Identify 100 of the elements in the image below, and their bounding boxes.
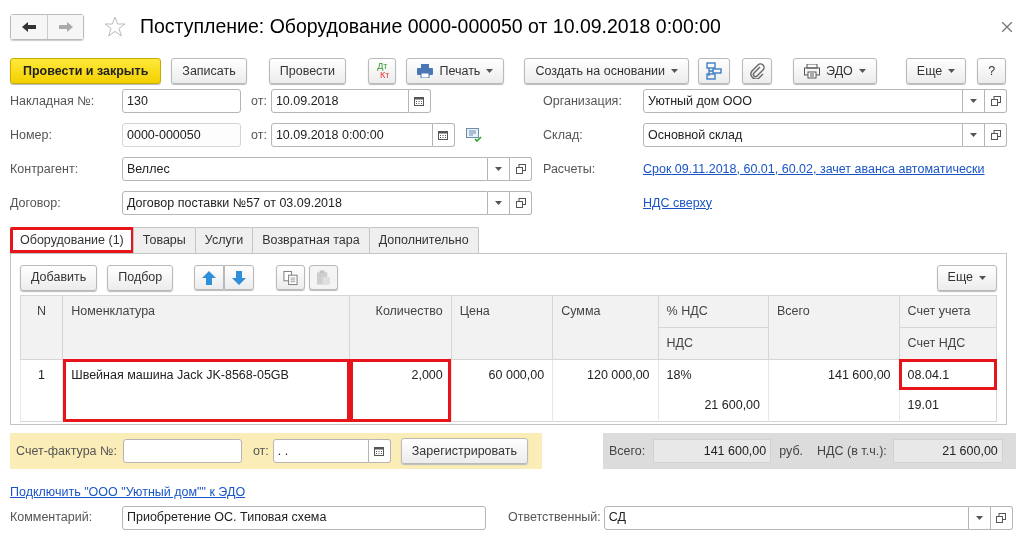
tab[interactable]: Товары: [132, 227, 196, 253]
windows-icon: [990, 130, 1001, 140]
comment-field[interactable]: Приобретение ОС. Типовая схема: [122, 505, 486, 530]
select-field[interactable]: Уютный дом ООО: [643, 89, 963, 113]
post-and-close-button[interactable]: Провести и закрыть: [10, 58, 162, 84]
table-cell: 19.01: [899, 390, 997, 422]
field-label: Расчеты:: [543, 160, 597, 178]
column-header: Номенклатура: [62, 295, 350, 359]
create-based-on-button[interactable]: Создать на основании: [524, 58, 690, 84]
add-button[interactable]: Добавить: [20, 264, 98, 291]
caret-icon: [970, 133, 977, 137]
total-field: 141 600,00: [653, 439, 772, 463]
arrow-left-icon: [22, 21, 36, 32]
calendar-icon: [374, 446, 385, 456]
arrow-right-icon: [58, 21, 73, 32]
document-check-icon: [465, 128, 482, 142]
windows-icon: [515, 198, 526, 208]
dropdown-button[interactable]: [968, 505, 991, 530]
field-label: Контрагент:: [10, 160, 80, 178]
number-field[interactable]: 0000-000050: [122, 123, 241, 147]
post-button[interactable]: Провести: [268, 58, 347, 84]
column-header: Сумма: [552, 295, 659, 359]
edo-link[interactable]: Подключить "ООО "Уютный дом"" к ЭДО: [10, 485, 246, 499]
paperclip-icon: [749, 63, 766, 79]
printer-icon: [804, 63, 821, 79]
print-button[interactable]: Печать: [406, 58, 505, 84]
register-button[interactable]: Зарегистрировать: [400, 438, 528, 464]
date-field[interactable]: 10.09.2018: [270, 89, 409, 113]
open-button[interactable]: [990, 505, 1013, 530]
dropdown-button[interactable]: [488, 191, 510, 215]
window-title: Поступление: Оборудование 0000-000050 от 10.09.2018 0:00:00: [140, 13, 721, 39]
open-button[interactable]: [985, 89, 1007, 113]
paperclip-button[interactable]: [742, 58, 773, 84]
dropdown-button[interactable]: [963, 123, 985, 147]
copy-button[interactable]: [276, 265, 306, 290]
tab[interactable]: Услуги: [194, 227, 254, 253]
field-label: Комментарий:: [10, 509, 94, 527]
calendar-button[interactable]: [408, 89, 431, 113]
column-header: Всего: [768, 295, 900, 359]
open-button[interactable]: [510, 157, 532, 181]
link[interactable]: НДС сверху: [643, 193, 712, 213]
edo-button[interactable]: ЭДО: [793, 58, 877, 84]
arrow-down-icon: [232, 270, 247, 285]
number-field[interactable]: 130: [122, 89, 241, 113]
arrow-up-icon: [202, 270, 217, 285]
date-field[interactable]: . .: [272, 439, 369, 463]
tab[interactable]: Оборудование (1): [10, 227, 134, 253]
caret-icon: [948, 69, 956, 73]
calendar-button[interactable]: [368, 439, 391, 463]
responsible-field[interactable]: СД: [603, 505, 969, 530]
column-header: Счет учета: [899, 295, 997, 328]
field-label: Ответственный:: [508, 509, 601, 527]
field-label: Склад:: [543, 126, 584, 144]
tab[interactable]: Дополнительно: [368, 227, 479, 253]
table-cell: 120 000,00: [552, 359, 659, 422]
pick-button[interactable]: Подбор: [107, 264, 174, 291]
column-header: НДС: [658, 327, 769, 359]
favorite-star-icon[interactable]: [104, 15, 126, 38]
printer-icon: [417, 64, 434, 78]
caret-icon: [979, 275, 986, 280]
open-button[interactable]: [985, 123, 1007, 147]
windows-icon: [515, 164, 526, 174]
table-cell: 60 000,00: [451, 359, 553, 422]
table-cell: 2,000: [349, 359, 452, 422]
windows-icon: [990, 96, 1001, 106]
table-cell: Швейная машина Jack JK-8568-05GB: [62, 359, 350, 422]
debit-credit-button[interactable]: Дт Кт: [368, 58, 397, 84]
close-icon: [1002, 22, 1012, 33]
link[interactable]: Срок 09.11.2018, 60.01, 60.02, зачет аванса автоматически: [643, 159, 985, 179]
select-field[interactable]: Основной склад: [643, 123, 963, 147]
caret-icon: [495, 201, 502, 205]
windows-icon: [996, 512, 1007, 523]
hierarchy-icon: [705, 62, 724, 80]
caret-icon: [486, 69, 494, 73]
help-button[interactable]: ?: [977, 58, 1007, 84]
table-cell: 18%: [658, 359, 769, 391]
vat-field: 21 600,00: [892, 439, 1003, 463]
more-button[interactable]: Еще: [936, 264, 997, 291]
hierarchy-button[interactable]: [698, 58, 731, 84]
select-field[interactable]: Договор поставки №57 от 03.09.2018: [122, 191, 488, 215]
open-button[interactable]: [510, 191, 532, 215]
field-label: Счет-фактура №:: [16, 442, 117, 460]
invoice-number-field[interactable]: [122, 439, 242, 463]
dropdown-button[interactable]: [488, 157, 510, 181]
back-button[interactable]: [11, 14, 47, 39]
calendar-button[interactable]: [432, 123, 455, 147]
dropdown-button[interactable]: [963, 89, 985, 113]
field-label: Накладная №:: [10, 92, 96, 110]
arrow-up-button[interactable]: [194, 265, 225, 290]
more-button[interactable]: Еще: [905, 58, 967, 84]
field-label: от:: [251, 126, 267, 144]
calendar-icon: [438, 130, 449, 140]
save-button[interactable]: Записать: [171, 58, 247, 84]
date-field[interactable]: 10.09.2018 0:00:00: [270, 123, 433, 147]
field-label: от:: [251, 92, 267, 110]
field-label: Договор:: [10, 194, 62, 212]
calendar-icon: [414, 96, 425, 106]
arrow-down-button[interactable]: [224, 265, 255, 290]
select-field[interactable]: Веллес: [122, 157, 488, 181]
tab[interactable]: Возвратная тара: [252, 227, 370, 253]
